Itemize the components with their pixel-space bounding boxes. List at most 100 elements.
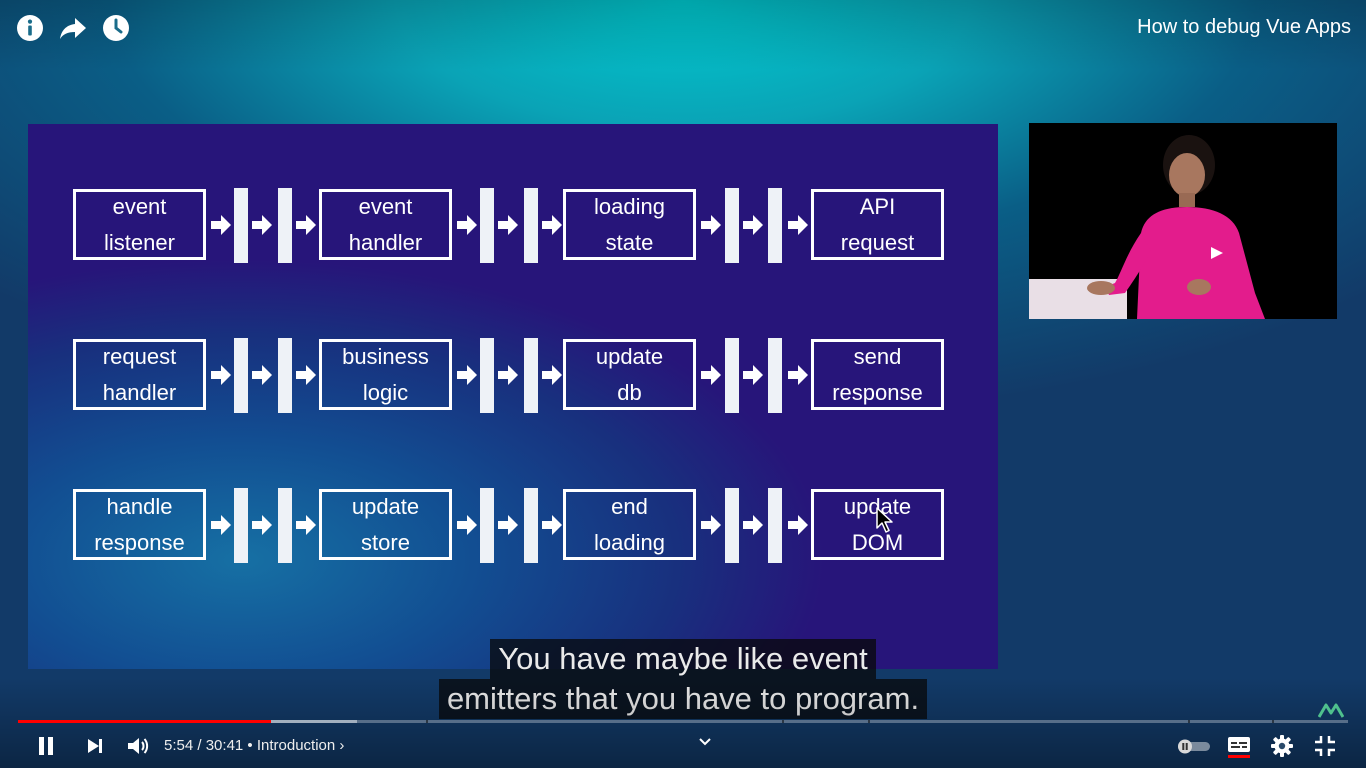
pipe-bar xyxy=(524,188,538,263)
slide-box-update-store: update store xyxy=(319,489,452,560)
arrow-icon xyxy=(788,365,808,385)
chevron-down-icon xyxy=(699,738,711,746)
chapter-divider xyxy=(1188,720,1190,723)
arrow-icon xyxy=(542,365,562,385)
pipe-bar xyxy=(768,488,782,563)
gear-icon xyxy=(1271,735,1293,757)
arrow-icon xyxy=(211,215,231,235)
pause-button[interactable] xyxy=(34,734,58,758)
clock-icon xyxy=(103,15,129,41)
arrow-icon xyxy=(457,215,477,235)
arrow-icon xyxy=(788,515,808,535)
pipe-bar xyxy=(234,488,248,563)
pipe-bar xyxy=(725,188,739,263)
chapter-divider xyxy=(426,720,428,723)
channel-watermark-icon[interactable] xyxy=(1318,702,1344,718)
arrow-icon xyxy=(542,515,562,535)
arrow-icon xyxy=(701,365,721,385)
arrow-icon xyxy=(498,515,518,535)
arrow-icon xyxy=(743,215,763,235)
slide: event listener event handler loading sta… xyxy=(28,124,998,669)
subtitles-icon xyxy=(1228,737,1250,758)
volume-icon xyxy=(128,738,149,754)
expand-description-button[interactable] xyxy=(696,735,714,749)
autoplay-toggle-icon xyxy=(1178,739,1210,754)
slide-box-loading-state: loading state xyxy=(563,189,696,260)
arrow-icon xyxy=(788,215,808,235)
pipe-bar xyxy=(524,338,538,413)
pipe-bar xyxy=(234,338,248,413)
info-icon xyxy=(17,15,43,41)
settings-button[interactable] xyxy=(1270,734,1294,758)
pause-icon xyxy=(39,737,53,755)
chapter-title: Introduction xyxy=(256,737,336,754)
progress-played xyxy=(18,720,271,723)
pipe-bar xyxy=(278,338,292,413)
mouse-cursor-icon xyxy=(876,507,893,533)
progress-bar[interactable] xyxy=(18,720,1348,723)
slide-box-event-handler: event handler xyxy=(319,189,452,260)
arrow-icon xyxy=(252,215,272,235)
arrow-icon xyxy=(211,515,231,535)
chapter-divider xyxy=(1272,720,1274,723)
speaker-figure xyxy=(1029,123,1337,319)
arrow-icon xyxy=(252,515,272,535)
autoplay-toggle[interactable] xyxy=(1176,734,1212,758)
controls-shade xyxy=(0,678,1366,768)
arrow-icon xyxy=(211,365,231,385)
share-icon xyxy=(60,18,86,39)
slide-box-api-request: API request xyxy=(811,189,944,260)
arrow-icon xyxy=(701,215,721,235)
arrow-icon xyxy=(296,365,316,385)
slide-box-request-handler: request handler xyxy=(73,339,206,410)
arrow-icon xyxy=(252,365,272,385)
pipe-bar xyxy=(480,188,494,263)
pipe-bar xyxy=(524,488,538,563)
arrow-icon xyxy=(701,515,721,535)
arrow-icon xyxy=(457,365,477,385)
slide-box-business-logic: business logic xyxy=(319,339,452,410)
skip-next-icon xyxy=(88,739,102,753)
video-title[interactable]: How to debug Vue Apps xyxy=(1137,16,1351,39)
pipe-bar xyxy=(725,338,739,413)
pipe-bar xyxy=(768,188,782,263)
subtitles-button[interactable] xyxy=(1226,734,1252,758)
pipe-bar xyxy=(480,488,494,563)
pipe-bar xyxy=(725,488,739,563)
slide-box-end-loading: end loading xyxy=(563,489,696,560)
chapter-divider xyxy=(782,720,784,723)
arrow-icon xyxy=(743,365,763,385)
time-display: 5:54 / 30:41 • Introduction › xyxy=(164,737,344,754)
arrow-icon xyxy=(743,515,763,535)
chapter-divider xyxy=(868,720,870,723)
share-button[interactable] xyxy=(57,12,89,44)
slide-box-update-db: update db xyxy=(563,339,696,410)
arrow-icon xyxy=(498,215,518,235)
slide-box-handle-response: handle response xyxy=(73,489,206,560)
slide-box-send-response: send response xyxy=(811,339,944,410)
arrow-icon xyxy=(498,365,518,385)
pipe-bar xyxy=(278,188,292,263)
arrow-icon xyxy=(296,215,316,235)
arrow-icon xyxy=(457,515,477,535)
pipe-bar xyxy=(768,338,782,413)
pipe-bar xyxy=(234,188,248,263)
time-separator: / xyxy=(193,737,206,754)
slide-box-event-listener: event listener xyxy=(73,189,206,260)
arrow-icon xyxy=(296,515,316,535)
exit-fullscreen-button[interactable] xyxy=(1313,734,1337,758)
pipe-bar xyxy=(278,488,292,563)
exit-fullscreen-icon xyxy=(1315,736,1335,756)
speaker-camera-inset xyxy=(1029,123,1337,319)
chapter-separator: • xyxy=(243,737,257,754)
time-current: 5:54 xyxy=(164,737,194,754)
pipe-bar xyxy=(480,338,494,413)
arrow-icon xyxy=(542,215,562,235)
volume-button[interactable] xyxy=(125,734,151,758)
watch-later-button[interactable] xyxy=(100,12,132,44)
info-button[interactable] xyxy=(14,12,46,44)
time-total: 30:41 xyxy=(205,737,244,754)
next-button[interactable] xyxy=(83,734,107,758)
chevron-right-icon: › xyxy=(339,737,345,754)
chapter-link[interactable]: Introduction › xyxy=(257,737,345,754)
